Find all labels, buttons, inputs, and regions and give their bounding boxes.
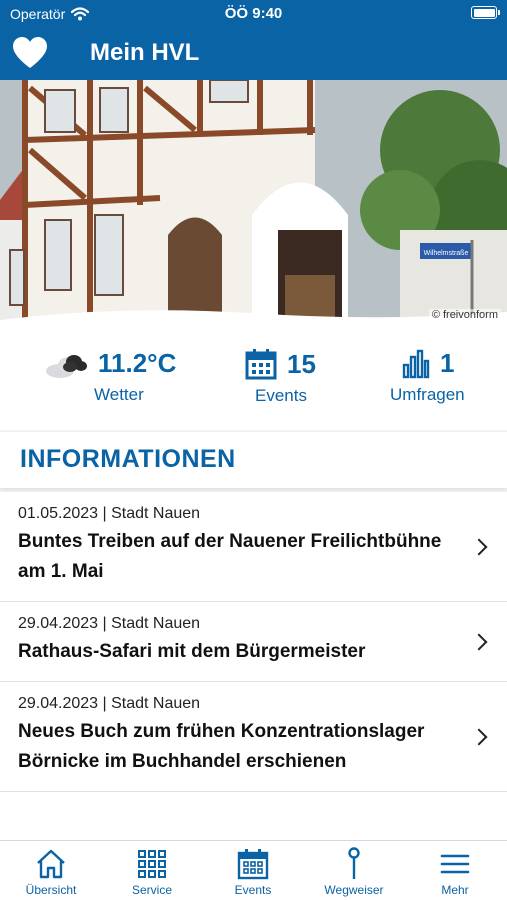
news-meta: 29.04.2023 | Stadt Nauen [18,695,201,712]
bar-chart-icon [402,349,430,378]
grid-icon [138,850,166,878]
heart-icon[interactable] [12,36,48,70]
stat-surveys-value: 1 [440,348,455,378]
menu-icon [440,854,470,874]
tab-label: Service [131,883,172,897]
news-headline: Buntes Treiben auf der Nauener Freilicht… [18,531,442,582]
clock: ÖÖ 9:40 [224,5,283,22]
stat-weather[interactable]: 11.2°C Wetter [44,348,176,405]
section-header: INFORMATIONEN [0,432,507,488]
news-headline: Neues Buch zum frühen Konzentrationslage… [18,721,425,772]
news-item[interactable]: 01.05.2023 | Stadt Nauen Buntes Treiben … [0,492,507,602]
tab-events[interactable]: Events [203,847,303,897]
stat-weather-label: Wetter [94,385,144,404]
home-icon [37,849,65,879]
tab-more[interactable]: Mehr [405,847,505,897]
section-title: INFORMATIONEN [20,445,236,473]
street-sign-text: Wilhelmstraße [424,250,469,257]
tab-bar: Übersicht Service Events Wegweiser Mehr [0,840,507,900]
tab-service[interactable]: Service [102,847,202,897]
tab-label: Events [234,883,272,897]
app-header: Mein HVL [0,28,507,80]
status-bar: Operatör ÖÖ 9:40 [0,0,507,28]
tab-wayfinder[interactable]: Wegweiser [304,847,404,897]
tab-label: Mehr [441,883,469,897]
app-title: Mein HVL [90,39,200,66]
cloud-weather-icon [46,354,87,378]
tab-label: Wegweiser [324,883,384,897]
image-credit: © freivonform [428,309,501,321]
news-meta: 29.04.2023 | Stadt Nauen [18,615,201,632]
news-meta: 01.05.2023 | Stadt Nauen [18,505,201,522]
stat-surveys[interactable]: 1 Umfragen [390,348,465,405]
quick-stats: 11.2°C Wetter 15 Events 1 Umfragen [0,330,507,430]
calendar-icon [237,849,269,880]
tab-label: Übersicht [25,883,77,897]
chevron-right-icon [470,728,488,745]
stat-surveys-label: Umfragen [390,385,465,404]
news-headline: Rathaus-Safari mit dem Bürgermeister [18,641,366,662]
chevron-right-icon [470,633,488,650]
pin-icon [348,847,360,879]
battery-icon [471,6,500,19]
stat-events[interactable]: 15 Events [245,348,316,406]
tab-overview[interactable]: Übersicht [1,847,101,897]
news-list: 01.05.2023 | Stadt Nauen Buntes Treiben … [0,492,507,840]
stat-events-value: 15 [287,348,316,379]
news-item[interactable]: 29.04.2023 | Stadt Nauen Rathaus-Safari … [0,602,507,682]
stat-events-label: Events [255,386,307,405]
calendar-icon [245,349,277,380]
stat-weather-value: 11.2°C [98,348,177,378]
news-item[interactable]: 29.04.2023 | Stadt Nauen Neues Buch zum … [0,682,507,792]
hero-image: Wilhelmstraße © freivonform [0,80,507,340]
chevron-right-icon [470,538,488,555]
